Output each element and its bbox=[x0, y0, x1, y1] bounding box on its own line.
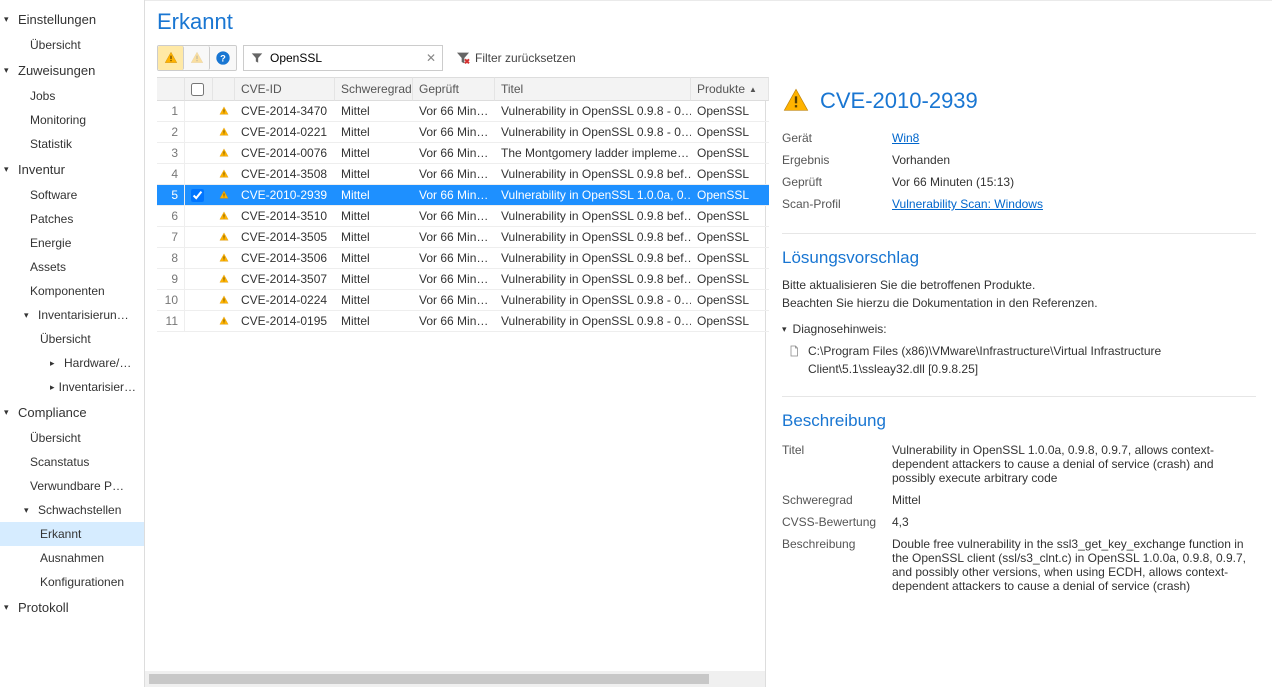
description-heading: Beschreibung bbox=[782, 396, 1256, 431]
column-header[interactable] bbox=[213, 77, 235, 101]
nav-item[interactable]: Patches bbox=[0, 207, 144, 231]
chevron-down-icon: ▾ bbox=[4, 602, 14, 613]
warning-icon bbox=[219, 146, 229, 160]
help-button[interactable] bbox=[210, 46, 236, 70]
page-title: Erkannt bbox=[157, 9, 1260, 35]
clear-filter-icon[interactable]: ✕ bbox=[426, 51, 436, 65]
nav-item[interactable]: ▸Hardware/… bbox=[0, 351, 144, 375]
nav-section-einstellungen[interactable]: ▾Einstellungen bbox=[0, 6, 144, 33]
warning-filter-button[interactable] bbox=[158, 46, 184, 70]
funnel-icon bbox=[250, 51, 264, 65]
scan-profile-link[interactable]: Vulnerability Scan: Windows bbox=[892, 197, 1043, 211]
warning-icon bbox=[782, 87, 810, 115]
chevron-down-icon: ▾ bbox=[24, 505, 34, 516]
device-link[interactable]: Win8 bbox=[892, 131, 919, 145]
chevron-down-icon: ▾ bbox=[4, 407, 14, 418]
diagnosis-toggle[interactable]: ▾ Diagnosehinweis: bbox=[782, 322, 1256, 336]
select-all-checkbox[interactable] bbox=[191, 83, 204, 96]
detail-panel: CVE-2010-2939 GerätWin8 ErgebnisVorhande… bbox=[765, 77, 1272, 687]
nav-item[interactable]: Übersicht bbox=[0, 33, 144, 57]
column-header[interactable] bbox=[185, 77, 213, 101]
row-checkbox[interactable] bbox=[191, 189, 204, 202]
horizontal-scrollbar[interactable] bbox=[145, 671, 765, 687]
nav-item[interactable]: Monitoring bbox=[0, 108, 144, 132]
nav-item[interactable]: Übersicht bbox=[0, 327, 144, 351]
reset-filter-button[interactable]: Filter zurücksetzen bbox=[449, 50, 582, 66]
chevron-down-icon: ▾ bbox=[4, 65, 14, 76]
nav-item[interactable]: Verwundbare P… bbox=[0, 474, 144, 498]
nav-group[interactable]: ▾Inventarisierun… bbox=[0, 303, 144, 327]
cve-table[interactable]: CVE-IDSchweregradGeprüftTitelProdukte ▲1… bbox=[157, 77, 765, 332]
solution-heading: Lösungsvorschlag bbox=[782, 233, 1256, 268]
main-content: Erkannt ✕ Filter zurücksetzen bbox=[145, 0, 1272, 687]
chevron-down-icon: ▾ bbox=[24, 310, 34, 321]
column-header[interactable]: Produkte ▲ bbox=[691, 77, 769, 101]
nav-item[interactable]: Erkannt bbox=[0, 522, 144, 546]
chevron-down-icon: ▾ bbox=[4, 14, 14, 25]
diagnosis-path: C:\Program Files (x86)\VMware\Infrastruc… bbox=[808, 342, 1256, 378]
nav-item[interactable]: Jobs bbox=[0, 84, 144, 108]
document-icon bbox=[788, 344, 800, 358]
nav-item[interactable]: Komponenten bbox=[0, 279, 144, 303]
column-header[interactable]: Titel bbox=[495, 77, 691, 101]
filter-input[interactable] bbox=[270, 51, 426, 65]
nav-section-protokoll[interactable]: ▾Protokoll bbox=[0, 594, 144, 621]
chevron-right-icon: ▸ bbox=[50, 358, 60, 369]
chevron-down-icon: ▾ bbox=[4, 164, 14, 175]
detail-cve-title: CVE-2010-2939 bbox=[820, 88, 978, 114]
warning-icon bbox=[219, 209, 229, 223]
nav-item[interactable]: Assets bbox=[0, 255, 144, 279]
warning-icon bbox=[219, 104, 229, 118]
column-header[interactable]: Schweregrad bbox=[335, 77, 413, 101]
nav-item[interactable]: Übersicht bbox=[0, 426, 144, 450]
nav-item[interactable]: Scanstatus bbox=[0, 450, 144, 474]
nav-item[interactable]: Energie bbox=[0, 231, 144, 255]
nav-item[interactable]: Software bbox=[0, 183, 144, 207]
warning-icon bbox=[219, 188, 229, 202]
nav-item[interactable]: Statistik bbox=[0, 132, 144, 156]
nav-section-zuweisungen[interactable]: ▾Zuweisungen bbox=[0, 57, 144, 84]
funnel-reset-icon bbox=[455, 50, 471, 66]
nav-item[interactable]: ▸Inventarisier… bbox=[0, 375, 144, 399]
chevron-right-icon: ▸ bbox=[50, 382, 55, 393]
warning-icon bbox=[219, 167, 229, 181]
warning-icon bbox=[219, 314, 229, 328]
nav-group[interactable]: ▾Schwachstellen bbox=[0, 498, 144, 522]
warning-icon bbox=[219, 272, 229, 286]
column-header[interactable] bbox=[157, 77, 185, 101]
filter-box[interactable]: ✕ bbox=[243, 45, 443, 71]
nav-section-compliance[interactable]: ▾Compliance bbox=[0, 399, 144, 426]
column-header[interactable]: CVE-ID bbox=[235, 77, 335, 101]
warning-icon bbox=[219, 230, 229, 244]
nav-section-inventur[interactable]: ▾Inventur bbox=[0, 156, 144, 183]
warning-icon bbox=[219, 251, 229, 265]
column-header[interactable]: Geprüft bbox=[413, 77, 495, 101]
nav-item[interactable]: Ausnahmen bbox=[0, 546, 144, 570]
sidebar: ▾EinstellungenÜbersicht▾ZuweisungenJobsM… bbox=[0, 0, 145, 687]
warning-icon bbox=[219, 125, 229, 139]
toolbar: ✕ Filter zurücksetzen bbox=[157, 45, 1260, 71]
warning-grey-button[interactable] bbox=[184, 46, 210, 70]
nav-item[interactable]: Konfigurationen bbox=[0, 570, 144, 594]
warning-icon bbox=[219, 293, 229, 307]
